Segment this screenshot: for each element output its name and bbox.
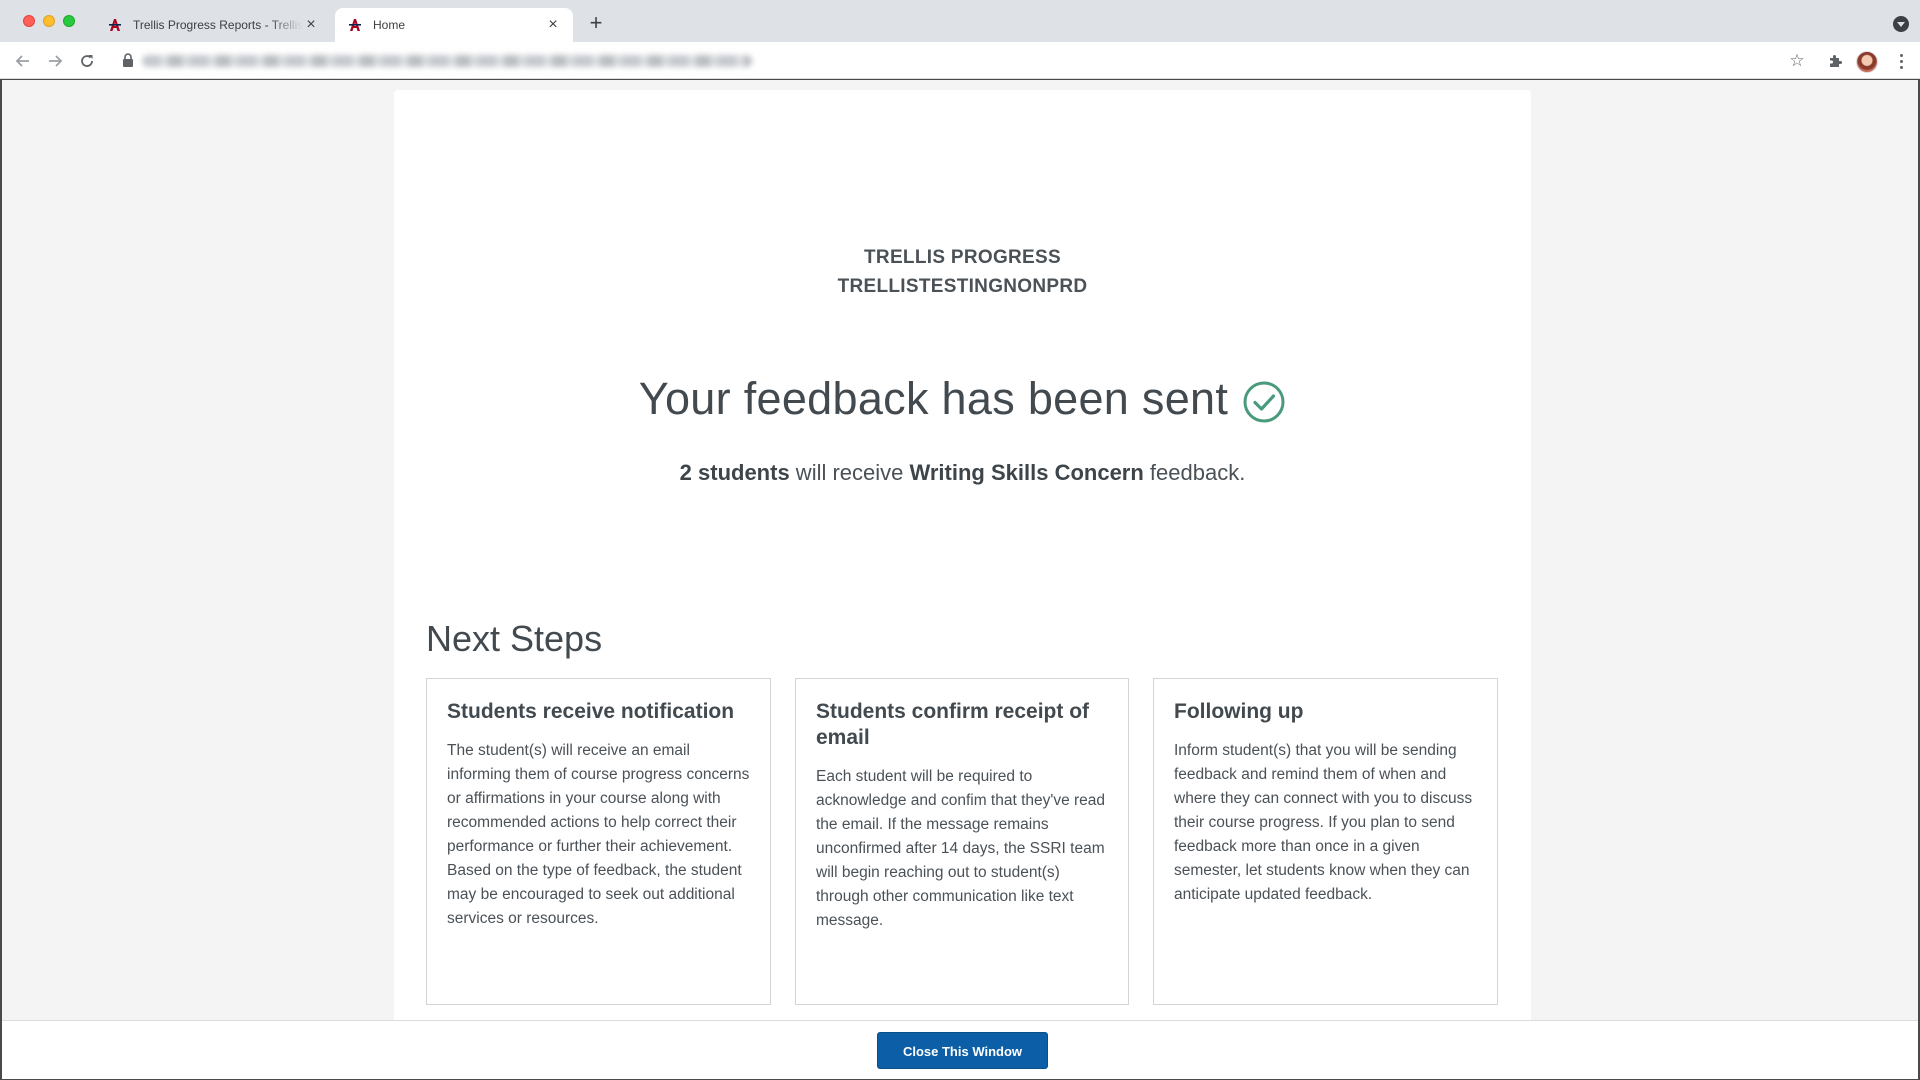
tab-title: Home — [373, 18, 406, 32]
university-logo-icon — [347, 17, 363, 33]
lock-icon[interactable] — [122, 53, 134, 67]
org-subname: TRELLISTESTINGNONPRD — [837, 276, 1088, 297]
back-icon[interactable] — [12, 50, 34, 72]
footer-bar: Close This Window — [2, 1020, 1918, 1079]
window-maximize-button[interactable] — [63, 15, 75, 27]
browser-tab-strip: Trellis Progress Reports - Trellis × Hom… — [0, 0, 1920, 42]
feedback-summary: 2 students will receive Writing Skills C… — [394, 460, 1531, 486]
window-minimize-button[interactable] — [43, 15, 55, 27]
new-tab-button[interactable]: + — [585, 12, 607, 35]
tab-home[interactable]: Home × — [335, 8, 573, 42]
confirmation-card: TRELLIS PROGRESS TRELLISTESTINGNONPRD Yo… — [394, 90, 1531, 1050]
page-title: Your feedback has been sent — [638, 373, 1229, 424]
window-close-button[interactable] — [23, 15, 35, 27]
close-window-button[interactable]: Close This Window — [877, 1032, 1048, 1069]
avatar[interactable] — [1856, 51, 1878, 73]
step-body: Inform student(s) that you will be sendi… — [1174, 742, 1473, 903]
next-steps-heading: Next Steps — [426, 618, 603, 659]
student-count: 2 students — [679, 460, 790, 485]
address-bar[interactable] — [142, 55, 752, 67]
tab-close-icon[interactable]: × — [303, 17, 319, 33]
step-card-notification: Students receive notification The studen… — [426, 678, 771, 1005]
menu-icon[interactable] — [1890, 50, 1912, 72]
summary-text: will receive — [789, 460, 910, 485]
university-logo-icon — [107, 17, 123, 33]
check-circle-icon — [1243, 381, 1285, 423]
feedback-type: Writing Skills Concern — [909, 460, 1144, 485]
step-title: Students receive notification — [447, 700, 735, 723]
tab-title: Trellis Progress Reports - Trellis — [133, 18, 303, 32]
tab-trellis-progress-reports[interactable]: Trellis Progress Reports - Trellis × — [95, 8, 331, 42]
confirmation-heading: Your feedback has been sent — [394, 373, 1531, 425]
step-card-following-up: Following up Inform student(s) that you … — [1153, 678, 1498, 1005]
summary-end: feedback. — [1143, 460, 1246, 485]
tab-search-icon[interactable] — [1893, 16, 1909, 32]
step-body: Each student will be required to acknowl… — [816, 768, 1106, 929]
step-title: Students confirm receipt of email — [816, 700, 1090, 749]
org-name: TRELLIS PROGRESS — [864, 247, 1061, 268]
step-card-confirm-receipt: Students confirm receipt of email Each s… — [795, 678, 1129, 1005]
tab-close-icon[interactable]: × — [545, 17, 561, 33]
page-background: TRELLIS PROGRESS TRELLISTESTINGNONPRD Yo… — [2, 80, 1918, 1079]
star-icon[interactable]: ☆ — [1786, 50, 1808, 72]
extensions-icon[interactable] — [1824, 50, 1846, 72]
browser-toolbar: ☆ — [0, 42, 1920, 79]
step-body: The student(s) will receive an email inf… — [447, 742, 750, 927]
reload-icon[interactable] — [76, 50, 98, 72]
step-title: Following up — [1174, 700, 1304, 723]
forward-icon[interactable] — [44, 50, 66, 72]
